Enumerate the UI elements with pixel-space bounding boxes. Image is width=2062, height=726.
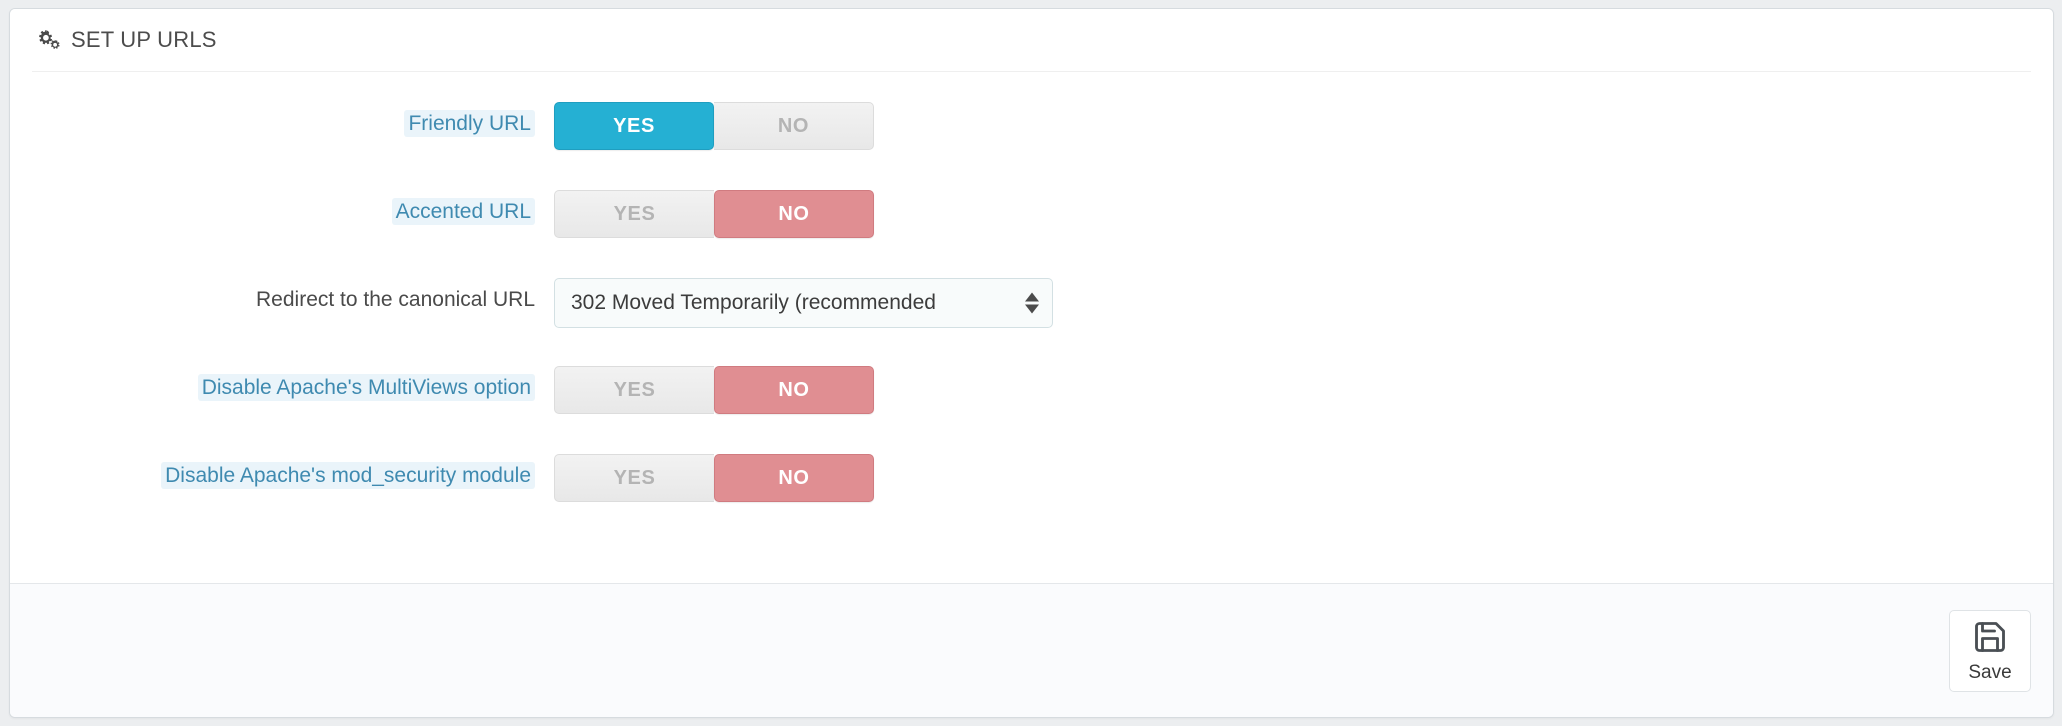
switch-no-option[interactable]: NO (714, 454, 874, 502)
label-accented-url: Accented URL (10, 188, 535, 227)
save-button-label: Save (1968, 663, 2011, 682)
control-mod-security: YES NO (535, 452, 874, 502)
form-row-mod-security: Disable Apache's mod_security module YES… (10, 452, 2053, 502)
label-text: Disable Apache's mod_security module (161, 462, 535, 489)
canonical-redirect-select-wrap: 302 Moved Temporarily (recommended (554, 278, 1053, 328)
form-row-multiviews: Disable Apache's MultiViews option YES N… (10, 364, 2053, 452)
switch-accented-url[interactable]: YES NO (554, 190, 874, 238)
selected-option-text: 302 Moved Temporarily (recommended (571, 291, 1012, 315)
switch-mod-security[interactable]: YES NO (554, 454, 874, 502)
switch-multiviews[interactable]: YES NO (554, 366, 874, 414)
switch-no-option[interactable]: NO (714, 366, 874, 414)
label-mod-security: Disable Apache's mod_security module (10, 452, 535, 491)
control-accented-url: YES NO (535, 188, 874, 238)
page-title: SET UP URLS (71, 29, 217, 51)
panel-footer: Save (10, 583, 2053, 717)
control-canonical-redirect: 302 Moved Temporarily (recommended (535, 276, 1053, 328)
control-multiviews: YES NO (535, 364, 874, 414)
floppy-disk-icon (1972, 619, 2008, 660)
switch-friendly-url[interactable]: YES NO (554, 102, 874, 150)
label-friendly-url: Friendly URL (10, 100, 535, 139)
panel-body: Friendly URL YES NO Accented URL YES NO (10, 72, 2053, 584)
label-multiviews: Disable Apache's MultiViews option (10, 364, 535, 403)
switch-no-option[interactable]: NO (714, 190, 874, 238)
label-canonical-redirect: Redirect to the canonical URL (10, 276, 535, 315)
switch-yes-option[interactable]: YES (554, 102, 714, 150)
switch-yes-option[interactable]: YES (554, 366, 714, 414)
form-row-canonical-redirect: Redirect to the canonical URL 302 Moved … (10, 276, 2053, 364)
cogs-icon (36, 28, 62, 52)
label-text: Friendly URL (404, 110, 535, 137)
label-text: Redirect to the canonical URL (256, 286, 535, 313)
set-up-urls-panel: SET UP URLS Friendly URL YES NO Accented… (9, 8, 2054, 718)
form-row-friendly-url: Friendly URL YES NO (10, 100, 2053, 188)
switch-yes-option[interactable]: YES (554, 190, 714, 238)
label-text: Accented URL (392, 198, 535, 225)
label-text: Disable Apache's MultiViews option (198, 374, 535, 401)
switch-yes-option[interactable]: YES (554, 454, 714, 502)
canonical-redirect-select[interactable]: 302 Moved Temporarily (recommended (554, 278, 1053, 328)
control-friendly-url: YES NO (535, 100, 874, 150)
panel-header: SET UP URLS (10, 9, 2053, 71)
switch-no-option[interactable]: NO (714, 102, 874, 150)
save-button[interactable]: Save (1949, 610, 2031, 692)
form-row-accented-url: Accented URL YES NO (10, 188, 2053, 276)
